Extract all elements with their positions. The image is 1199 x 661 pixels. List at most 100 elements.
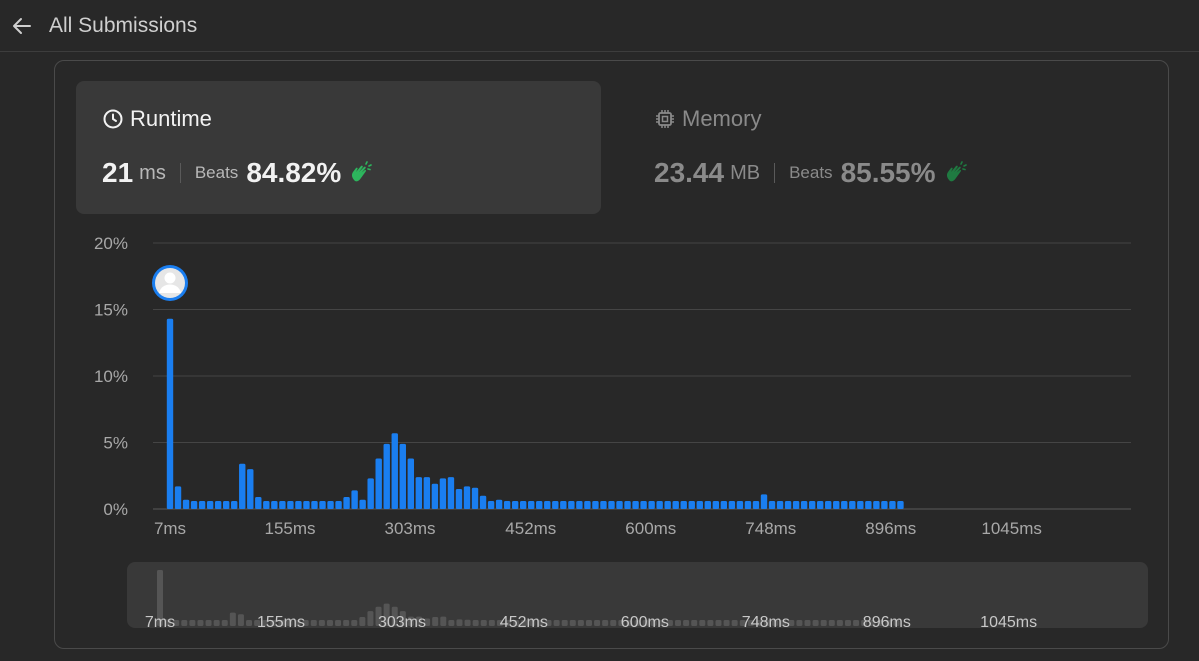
histogram-bar[interactable] [455,489,463,509]
histogram-bar[interactable] [263,501,270,509]
histogram-bar[interactable] [463,486,471,509]
histogram-bar[interactable] [511,501,519,509]
histogram-bar[interactable] [664,501,671,509]
histogram-bar[interactable] [231,501,238,509]
histogram-bar[interactable] [889,501,896,509]
histogram-bar[interactable] [447,477,455,509]
histogram-bar[interactable] [752,501,760,509]
histogram-bar[interactable] [239,463,246,509]
histogram-bar[interactable] [857,501,864,509]
histogram-bar[interactable] [800,501,808,509]
histogram-bar[interactable] [327,501,334,509]
histogram-bar[interactable] [873,501,880,509]
histogram-bar[interactable] [624,501,631,509]
histogram-bar[interactable] [833,501,840,509]
histogram-bar[interactable] [808,501,816,509]
histogram-bar[interactable] [222,501,230,509]
histogram-bar[interactable] [247,469,254,509]
histogram-bar[interactable] [206,501,214,509]
histogram-bar[interactable] [343,497,350,509]
histogram-bar[interactable] [744,501,752,509]
histogram-bar[interactable] [552,501,559,509]
your-submission-marker[interactable] [152,265,188,301]
histogram-bar[interactable] [592,501,599,509]
overview-bar [448,620,455,626]
y-axis-labels: 20% 15% 10% 5% 0% [94,234,128,519]
histogram-bar[interactable] [303,501,310,509]
histogram-bar[interactable] [536,501,543,509]
histogram-bar[interactable] [897,501,904,509]
histogram-bar[interactable] [816,501,824,509]
histogram-bar[interactable] [632,501,639,509]
histogram-bar[interactable] [696,501,703,509]
histogram-bar[interactable] [680,501,687,509]
histogram-bar[interactable] [431,483,439,509]
overview-bar [594,620,601,626]
histogram-bar[interactable] [728,501,736,509]
histogram-bar[interactable] [792,501,800,509]
histogram-bar[interactable] [471,487,479,509]
histogram-bar[interactable] [736,501,744,509]
histogram-bar[interactable] [279,501,286,509]
histogram-bar[interactable] [319,501,326,509]
histogram-bar[interactable] [576,501,583,509]
histogram-bar[interactable] [640,501,647,509]
histogram-bar[interactable] [519,501,527,509]
histogram-bar[interactable] [391,433,398,509]
histogram-bar[interactable] [648,501,655,509]
histogram-bar[interactable] [503,501,511,509]
x-tick-label: 896ms [865,519,916,538]
histogram-bar[interactable] [166,318,174,509]
histogram-bar[interactable] [407,458,415,509]
overview-bar [310,620,317,626]
histogram-bar[interactable] [841,501,848,509]
histogram-bar[interactable] [495,499,503,509]
histogram-bar[interactable] [616,501,623,509]
histogram-bar[interactable] [375,458,382,509]
histogram-bar[interactable] [367,478,374,509]
histogram-bar[interactable] [359,499,366,509]
histogram-bar[interactable] [656,501,663,509]
histogram-bar[interactable] [720,501,728,509]
histogram-bar[interactable] [182,499,190,509]
histogram-bar[interactable] [784,501,792,509]
histogram-bar[interactable] [825,501,832,509]
histogram-bar[interactable] [608,501,615,509]
histogram-bar[interactable] [287,501,294,509]
histogram-bar[interactable] [190,501,198,509]
histogram-bar[interactable] [672,501,679,509]
histogram-bar[interactable] [768,501,776,509]
histogram-bar[interactable] [544,501,551,509]
histogram-bar[interactable] [584,501,591,509]
histogram-bar[interactable] [479,495,487,509]
histogram-bar[interactable] [881,501,888,509]
histogram-bar[interactable] [383,443,390,509]
histogram-bar[interactable] [335,501,342,509]
histogram-bar[interactable] [295,501,302,509]
histogram-bar[interactable] [528,501,535,509]
histogram-bar[interactable] [568,501,575,509]
histogram-bar[interactable] [214,501,222,509]
histogram-bar[interactable] [688,501,695,509]
histogram-bar[interactable] [399,443,406,509]
histogram-bar[interactable] [198,501,206,509]
histogram-bar[interactable] [776,501,784,509]
histogram-bar[interactable] [704,501,712,509]
histogram-bar[interactable] [849,501,856,509]
histogram-bar[interactable] [600,501,607,509]
histogram-bar[interactable] [415,477,423,509]
histogram-bar[interactable] [439,478,447,509]
histogram-bar[interactable] [351,490,358,509]
histogram-bar[interactable] [760,494,768,509]
chart-bars[interactable] [166,318,904,509]
overview-bar [585,620,592,626]
histogram-bar[interactable] [174,486,182,509]
histogram-bar[interactable] [423,477,431,509]
histogram-bar[interactable] [712,501,720,509]
histogram-bar[interactable] [271,501,278,509]
histogram-bar[interactable] [487,501,495,509]
histogram-bar[interactable] [311,501,318,509]
histogram-bar[interactable] [560,501,567,509]
histogram-bar[interactable] [255,497,262,509]
histogram-bar[interactable] [865,501,872,509]
